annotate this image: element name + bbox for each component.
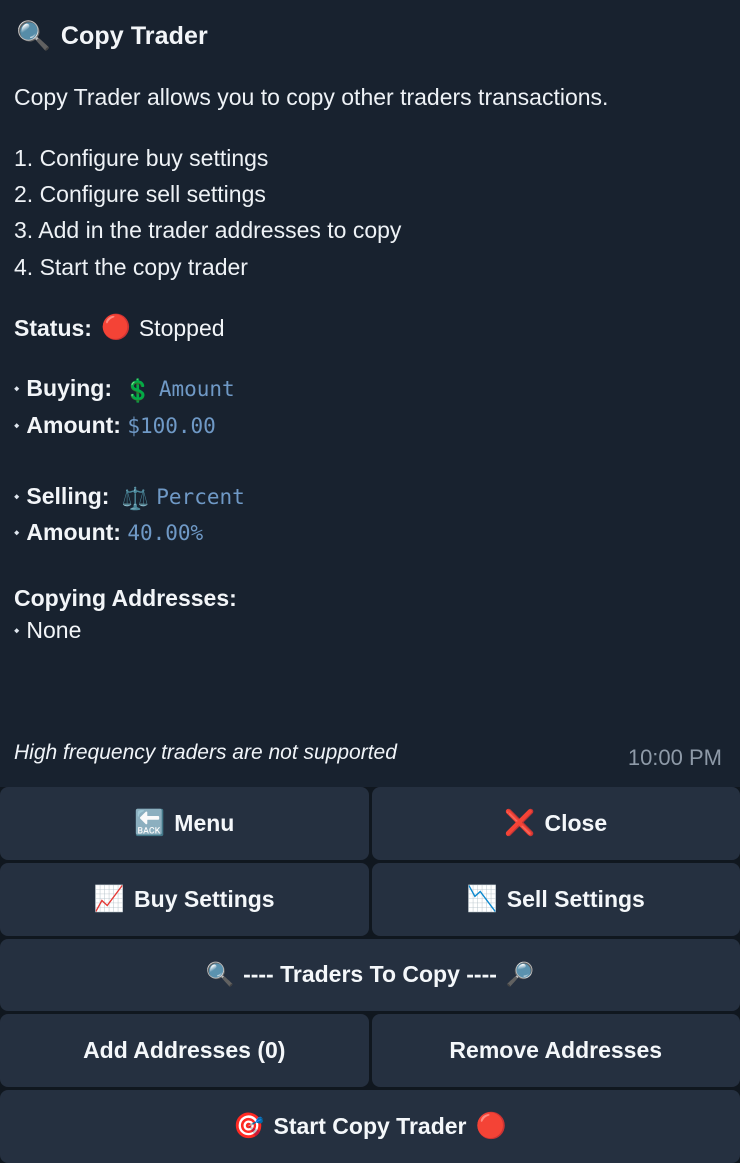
start-copy-trader-button[interactable]: 🎯 Start Copy Trader 🔴: [0, 1090, 740, 1163]
menu-button-label: Menu: [174, 809, 235, 836]
button-row-4: Add Addresses (0) Remove Addresses: [0, 1014, 740, 1088]
sell-mode-label: Selling:: [26, 482, 116, 509]
chart-increasing-icon: 📈: [93, 884, 126, 913]
menu-button[interactable]: 🔙 Menu: [0, 787, 369, 860]
magnifying-glass-left-icon: 🔍: [205, 961, 235, 988]
buy-amount-value: $100.00: [127, 413, 216, 438]
bullet-icon: ⬩: [14, 524, 20, 542]
red-circle-icon: 🔴: [475, 1112, 507, 1141]
dollar-sign-icon: 💲: [124, 377, 152, 403]
status-label: Status:: [14, 314, 92, 341]
sell-mode-value: Percent: [156, 484, 245, 509]
buy-settings-summary: ⬩ Buying: 💲 Amount ⬩ Amount: $100.00: [14, 370, 726, 444]
button-row-2: 📈 Buy Settings 📉 Sell Settings: [0, 862, 740, 936]
step-item: 2. Configure sell settings: [14, 180, 266, 207]
copy-trader-screen: 🔍 Copy Trader Copy Trader allows you to …: [0, 0, 740, 1163]
red-circle-icon: 🔴: [100, 314, 131, 342]
cross-mark-icon: ❌: [504, 808, 536, 837]
dart-target-icon: 🎯: [233, 1112, 265, 1141]
timestamp: 10:00 PM: [627, 745, 722, 770]
remove-addresses-button-label: Remove Addresses: [449, 1037, 663, 1064]
magnifying-glass-icon: 🔍: [16, 20, 51, 51]
traders-to-copy-label: ---- Traders To Copy ----: [243, 961, 497, 988]
sell-settings-button[interactable]: 📉 Sell Settings: [371, 862, 740, 936]
sell-settings-button-label: Sell Settings: [506, 885, 645, 912]
sell-amount-row: ⬩ Amount: 40.00%: [14, 514, 726, 551]
bullet-icon: ⬩: [14, 379, 20, 397]
sell-settings-summary: ⬩ Selling: ⚖️ Percent ⬩ Amount: 40.00%: [14, 478, 726, 552]
start-copy-trader-label: Start Copy Trader: [273, 1113, 467, 1140]
intro-text: Copy Trader allows you to copy other tra…: [14, 84, 609, 110]
buy-settings-button-label: Buy Settings: [134, 885, 275, 912]
chart-decreasing-icon: 📉: [466, 884, 498, 913]
close-button[interactable]: ❌ Close: [371, 787, 740, 860]
sell-amount-label: Amount:: [26, 519, 128, 546]
remove-addresses-button[interactable]: Remove Addresses: [371, 1014, 740, 1088]
steps-list: 1. Configure buy settings 2. Configure s…: [14, 140, 726, 285]
info-panel: 🔍 Copy Trader Copy Trader allows you to …: [0, 0, 740, 787]
balance-scale-icon: ⚖️: [121, 485, 150, 511]
copying-addresses-row: ⬩ None: [14, 612, 726, 649]
status-row: Status: 🔴 Stopped: [14, 315, 726, 342]
page-title: 🔍 Copy Trader: [14, 14, 726, 58]
page-title-text: Copy Trader: [60, 21, 208, 50]
button-row-5: 🎯 Start Copy Trader 🔴: [0, 1090, 740, 1163]
buy-mode-row: ⬩ Buying: 💲 Amount: [14, 370, 726, 407]
close-button-label: Close: [544, 809, 608, 836]
magnifying-glass-right-icon: 🔎: [505, 961, 535, 988]
buy-settings-button[interactable]: 📈 Buy Settings: [0, 862, 369, 936]
traders-to-copy-header-button[interactable]: 🔍 ---- Traders To Copy ---- 🔎: [0, 938, 740, 1012]
copying-addresses-heading: Copying Addresses:: [14, 585, 237, 612]
step-item: 3. Add in the trader addresses to copy: [14, 217, 402, 244]
bullet-icon: ⬩: [14, 416, 20, 434]
buy-mode-value: Amount: [158, 376, 235, 401]
step-item: 1. Configure buy settings: [14, 144, 269, 171]
add-addresses-button[interactable]: Add Addresses (0): [0, 1014, 369, 1088]
status-value: Stopped: [138, 314, 225, 341]
button-panel: 🔙 Menu ❌ Close 📈 Buy Settings 📉 Sell Set…: [0, 787, 740, 1163]
buy-amount-label: Amount:: [26, 411, 128, 438]
button-row-3: 🔍 ---- Traders To Copy ---- 🔎: [0, 938, 740, 1012]
back-arrow-icon: 🔙: [134, 808, 166, 837]
copying-addresses-value: None: [26, 617, 82, 644]
button-row-1: 🔙 Menu ❌ Close: [0, 787, 740, 860]
add-addresses-button-label: Add Addresses (0): [83, 1037, 286, 1064]
bullet-icon: ⬩: [14, 487, 20, 505]
sell-mode-row: ⬩ Selling: ⚖️ Percent: [14, 478, 726, 515]
footnote-text: High frequency traders are not supported: [14, 741, 397, 764]
bullet-icon: ⬩: [14, 622, 20, 640]
step-item: 4. Start the copy trader: [14, 253, 248, 280]
buy-amount-row: ⬩ Amount: $100.00: [14, 407, 726, 444]
buy-mode-label: Buying:: [26, 374, 119, 401]
sell-amount-value: 40.00%: [127, 521, 204, 546]
